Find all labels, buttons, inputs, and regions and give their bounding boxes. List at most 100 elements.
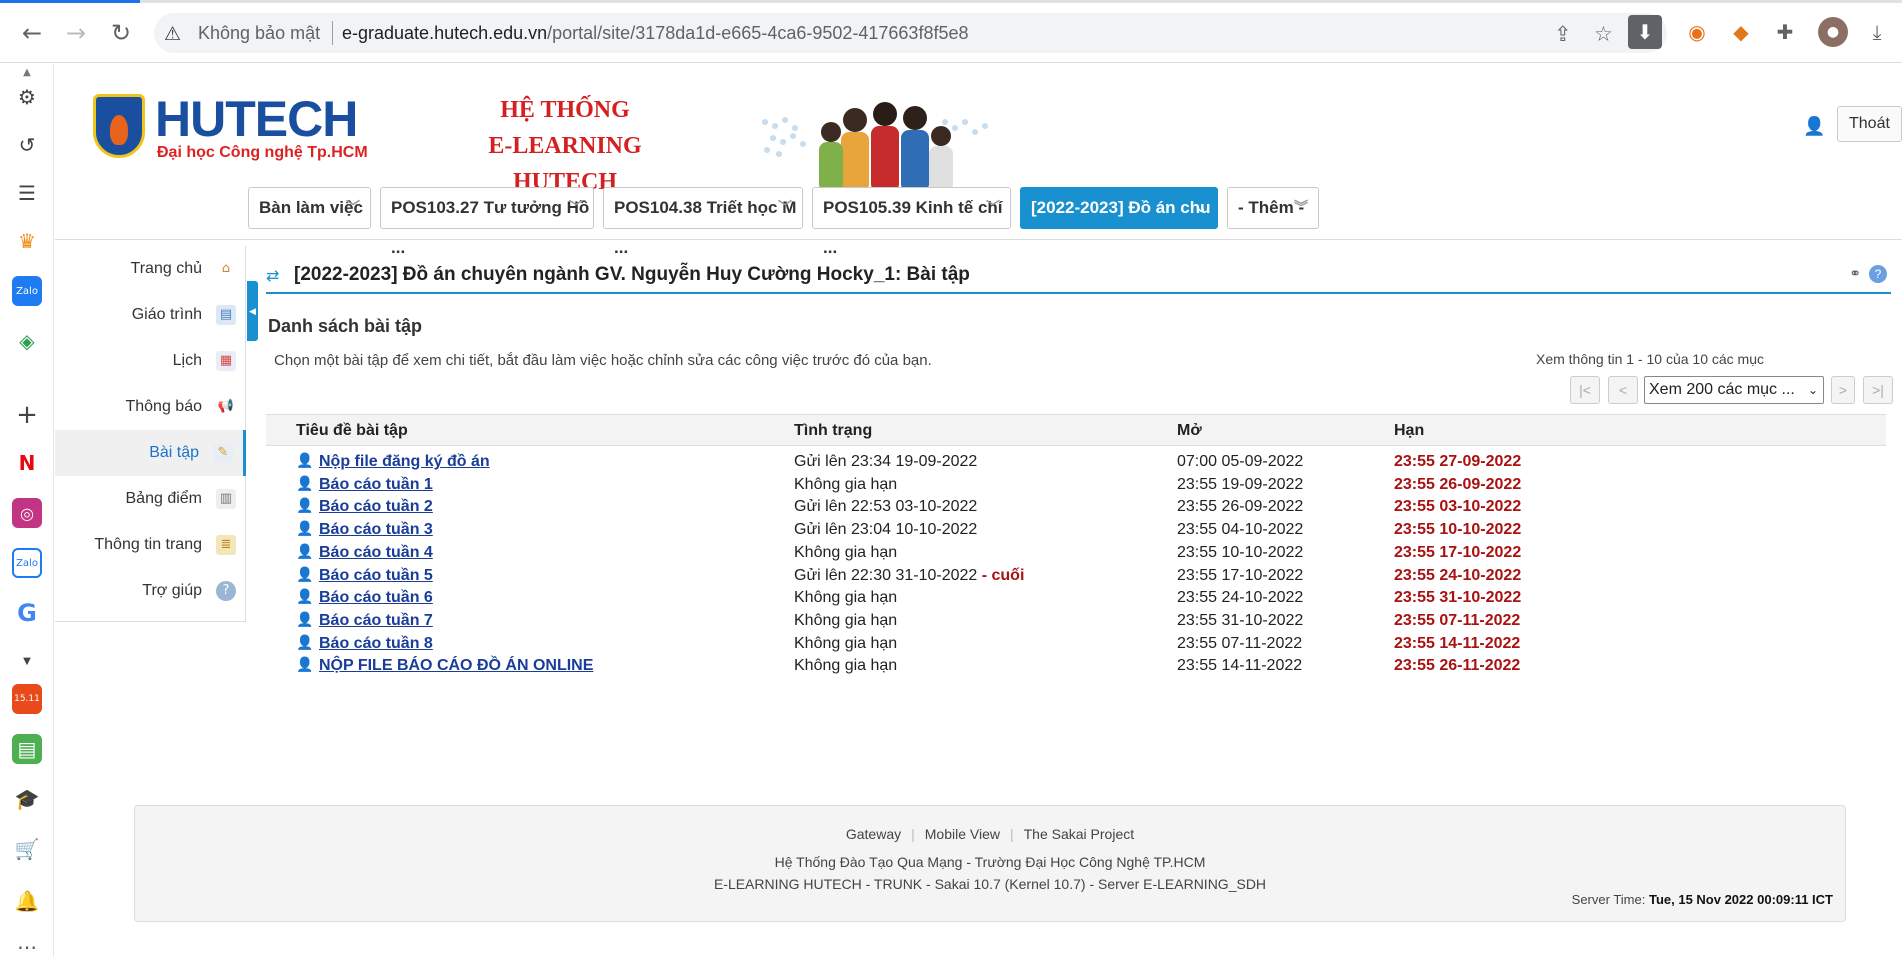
col-status[interactable]: Tình trạng — [794, 422, 872, 440]
late-flag: - cuối — [981, 566, 1025, 584]
graduation-icon[interactable]: 🎓 — [12, 784, 42, 814]
site-tab-do-an[interactable]: [2022-2023] Đồ án chu ... ⌄ — [1020, 187, 1218, 257]
due-date: 23:55 26-09-2022 — [1394, 475, 1522, 493]
assignment-link[interactable]: Báo cáo tuần 2 — [319, 498, 433, 516]
next-page-button[interactable]: > — [1831, 376, 1855, 404]
crown-icon[interactable]: ♛ — [12, 226, 42, 256]
security-label[interactable]: Không bảo mật — [198, 23, 320, 44]
site-tab-pos105[interactable]: POS105.39 Kinh tế chí ... ﹀ — [812, 187, 1011, 257]
site-tab-pos104[interactable]: POS104.38 Triết học M ... ﹀ — [603, 187, 803, 257]
forward-button[interactable]: → — [58, 15, 94, 51]
user-icon: 👤 — [296, 611, 314, 628]
expand-down-icon[interactable]: ▼ — [12, 654, 42, 668]
zalo-icon[interactable]: Zalo — [12, 276, 42, 306]
browser-sidebar: ▲ ⚙ ↺ ☰ ♛ Zalo ◈ + N ◎ Zalo G ▼ 15.11 ▤ … — [0, 64, 54, 959]
add-icon[interactable]: + — [12, 400, 42, 430]
assignment-link[interactable]: Báo cáo tuần 4 — [319, 544, 433, 562]
url-text[interactable]: e-graduate.hutech.edu.vn/portal/site/317… — [342, 23, 969, 44]
assignment-status: Gửi lên 23:04 10-10-2022 — [794, 521, 978, 539]
table-header: Tiêu đề bài tập Tình trạng Mở Hạn — [266, 414, 1886, 446]
assignment-link[interactable]: Báo cáo tuần 6 — [319, 589, 433, 607]
page-size-select[interactable]: Xem 200 các mục ... ⌄ — [1644, 376, 1824, 404]
notification-bell-icon[interactable]: 🔔 — [12, 886, 42, 916]
address-bar[interactable]: ⚠ Không bảo mật e-graduate.hutech.edu.vn… — [154, 13, 1667, 53]
history-icon[interactable]: ↺ — [12, 130, 42, 160]
collapse-menu-button[interactable]: ◀ — [247, 281, 258, 341]
logout-button[interactable]: Thoát — [1837, 106, 1902, 142]
metamask-icon[interactable]: ◆ — [1726, 17, 1756, 47]
settings-icon[interactable]: ⚙ — [12, 82, 42, 112]
col-title[interactable]: Tiêu đề bài tập — [296, 422, 408, 440]
site-tab-workspace[interactable]: Bàn làm việc ﹀ — [248, 187, 371, 229]
reset-icon[interactable]: ⇄ — [266, 266, 279, 285]
site-tab-pos103[interactable]: POS103.27 Tư tưởng Hồ ... ﹀ — [380, 187, 594, 257]
tool-menu-help[interactable]: Trợ giúp? — [55, 568, 246, 614]
instagram-icon[interactable]: ◎ — [12, 498, 42, 528]
tool-menu-site-info[interactable]: Thông tin trang ≣ — [55, 522, 246, 568]
col-due[interactable]: Hạn — [1394, 422, 1424, 440]
assignment-link[interactable]: Báo cáo tuần 1 — [319, 476, 433, 494]
due-date: 23:55 27-09-2022 — [1394, 453, 1522, 470]
warning-icon[interactable]: ⚠ — [164, 23, 181, 45]
assignment-link[interactable]: Báo cáo tuần 7 — [319, 612, 433, 630]
tool-menu-gradebook[interactable]: Bảng điểm ▥ — [55, 476, 246, 522]
last-page-button[interactable]: >| — [1863, 376, 1893, 404]
open-date: 23:55 10-10-2022 — [1177, 543, 1304, 561]
assignment-link[interactable]: NỘP FILE BÁO CÁO ĐỒ ÁN ONLINE — [319, 657, 593, 675]
footer-link-gateway[interactable]: Gateway — [836, 826, 911, 842]
open-date: 23:55 04-10-2022 — [1177, 521, 1304, 539]
more-icon[interactable]: ⋯ — [12, 932, 42, 962]
megaphone-icon: 📢 — [217, 399, 235, 414]
tool-menu-calendar[interactable]: Lịch ▦ — [55, 338, 246, 384]
assignment-link[interactable]: Báo cáo tuần 3 — [319, 521, 433, 539]
tool-menu-home[interactable]: Trang chủ ⌂ — [55, 246, 246, 292]
page-info: Xem thông tin 1 - 10 của 10 các mục — [1535, 351, 1764, 367]
assignment-link[interactable]: Nộp file đăng ký đồ án — [319, 453, 490, 471]
link-icon[interactable]: ⚭ — [1849, 266, 1861, 282]
user-icon: 👤 — [296, 475, 314, 492]
extensions-puzzle-icon[interactable]: ✚ — [1770, 17, 1800, 47]
assignment-link[interactable]: Báo cáo tuần 8 — [319, 635, 433, 653]
clipboard-icon[interactable]: ▤ — [12, 734, 42, 764]
share-icon[interactable]: ⇪ — [1554, 22, 1572, 46]
assignment-status: Không gia hạn — [794, 589, 898, 607]
due-date: 23:55 26-11-2022 — [1394, 657, 1521, 675]
assignment-status: Gửi lên 22:53 03-10-2022 — [794, 498, 978, 516]
user-icon[interactable]: 👤 — [1803, 116, 1825, 137]
zalo-alt-icon[interactable]: Zalo — [12, 548, 42, 578]
game-icon[interactable]: ◈ — [12, 326, 42, 356]
star-icon[interactable]: ☆ — [1594, 22, 1613, 46]
hutech-logo[interactable]: HUTECH Đại học Công nghệ Tp.HCM — [93, 91, 383, 168]
logo-shield-icon — [93, 94, 145, 158]
tool-menu-assignments[interactable]: Bài tập ✎ — [55, 430, 246, 476]
tool-menu-syllabus[interactable]: Giáo trình ▤ — [55, 292, 246, 338]
scroll-up-icon[interactable]: ▲ — [12, 66, 42, 78]
assignment-link[interactable]: Báo cáo tuần 5 — [319, 567, 433, 585]
footer: Gateway | Mobile View | The Sakai Project Hệ… — [134, 805, 1846, 922]
col-open[interactable]: Mở — [1177, 422, 1202, 440]
download-tray-icon[interactable]: ⤓ — [1862, 17, 1892, 47]
profile-avatar-icon[interactable]: ● — [1818, 17, 1848, 47]
footer-link-sakai[interactable]: The Sakai Project — [1014, 826, 1145, 842]
shopping-cart-icon[interactable]: 🛒 — [12, 834, 42, 864]
tool-menu-announcements[interactable]: Thông báo 📢 — [55, 384, 246, 430]
user-icon: 👤 — [296, 453, 314, 469]
reload-button[interactable]: ↻ — [103, 15, 139, 51]
chevron-down-icon: ﹀ — [778, 200, 792, 216]
due-date: 23:55 14-11-2022 — [1394, 634, 1521, 652]
back-button[interactable]: ← — [14, 15, 50, 51]
site-tab-more[interactable]: - Thêm - ︾ — [1227, 187, 1319, 229]
footer-link-mobile[interactable]: Mobile View — [915, 826, 1010, 842]
list-icon[interactable]: ☰ — [12, 178, 42, 208]
prev-page-button[interactable]: < — [1608, 376, 1638, 404]
shopee-icon[interactable]: 15.11 — [12, 684, 42, 714]
extension-chrome-icon[interactable]: ◉ — [1682, 17, 1712, 47]
first-page-button[interactable]: |< — [1570, 376, 1600, 404]
assignment-status: Không gia hạn — [794, 634, 898, 652]
open-date: 23:55 07-11-2022 — [1177, 634, 1303, 652]
download-icon[interactable]: ⬇ — [1628, 15, 1662, 49]
google-icon[interactable]: G — [12, 598, 42, 628]
help-icon[interactable]: ? — [1869, 265, 1887, 283]
assignment-status: Không gia hạn — [794, 475, 898, 493]
netflix-icon[interactable]: N — [12, 448, 42, 478]
